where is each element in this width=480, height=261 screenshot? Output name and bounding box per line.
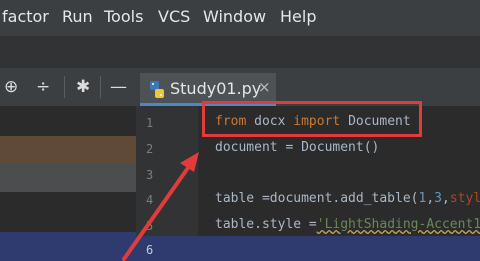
toolbar-divider — [100, 76, 101, 98]
menu-help[interactable]: Help — [280, 7, 316, 26]
menu-run[interactable]: Run — [62, 7, 93, 26]
tree-row[interactable] — [0, 192, 136, 232]
line-number: 3 — [146, 168, 154, 182]
crosshair-icon[interactable]: ⊕ — [4, 77, 18, 97]
line-number: 2 — [146, 142, 154, 156]
current-line-highlight — [136, 236, 480, 261]
code-text: table.style = — [215, 217, 317, 232]
close-icon[interactable]: × — [258, 78, 271, 96]
menu-bar: factor Run Tools VCS Window Help — [0, 0, 480, 36]
menu-tools[interactable]: Tools — [104, 7, 143, 26]
code-text: table =document.add_table( — [215, 191, 419, 206]
highlight-box — [202, 101, 422, 137]
minimize-icon[interactable]: — — [110, 77, 127, 97]
code-line: table =document.add_table(1,3,styl — [215, 191, 480, 206]
tab-label: Study01.py — [170, 79, 262, 98]
line-number: 4 — [146, 193, 154, 207]
code-text: , — [426, 191, 435, 206]
navigation-strip — [0, 36, 480, 68]
python-file-icon — [150, 81, 164, 98]
menu-refactor[interactable]: factor — [2, 7, 49, 26]
line-number: 5 — [146, 219, 154, 233]
menu-vcs[interactable]: VCS — [158, 7, 190, 26]
code-line: document = Document() — [215, 140, 380, 155]
code-line: table.style ='LightShading-Accent1 — [215, 217, 480, 232]
line-number: 1 — [146, 116, 154, 130]
number-literal: 3 — [434, 191, 442, 206]
tree-row[interactable] — [0, 106, 136, 136]
keyword-argument: styl — [449, 191, 480, 206]
tree-row[interactable] — [0, 136, 136, 164]
string-literal: 'LightShading-Accent1 — [316, 217, 480, 232]
toolbar-divider — [64, 76, 65, 98]
tree-row[interactable] — [0, 232, 136, 261]
collapse-icon[interactable]: ÷ — [36, 77, 50, 97]
code-text: , — [441, 191, 450, 206]
tree-row[interactable] — [0, 164, 136, 192]
menu-window[interactable]: Window — [203, 7, 266, 26]
gear-icon[interactable]: ✱ — [76, 77, 90, 97]
line-number: 6 — [146, 243, 154, 257]
